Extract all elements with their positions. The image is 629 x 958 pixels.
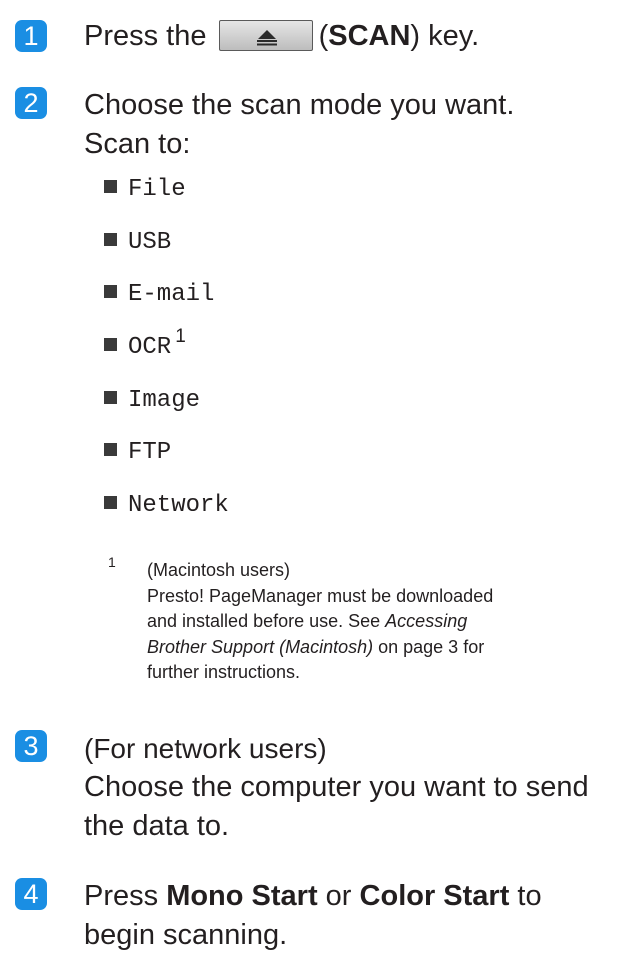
color-start-key: Color Start bbox=[359, 880, 510, 912]
step-2-text: Choose the scan mode you want. Scan to: bbox=[84, 86, 514, 164]
footnote-line-3-text: and installed before use. See bbox=[147, 611, 386, 631]
option-label: E-mail bbox=[128, 281, 215, 309]
step-3-line-3: the data to. bbox=[84, 810, 230, 842]
footnote-line-4-text: on page 3 for bbox=[373, 636, 485, 657]
list-item: USB bbox=[104, 228, 229, 281]
step-3-text: (For network users) Choose the computer … bbox=[84, 729, 589, 846]
footnote-link-part-2[interactable]: Brother Support (Macintosh) bbox=[147, 637, 373, 657]
footnote-reference: 1 bbox=[175, 326, 186, 348]
bullet-square-icon bbox=[104, 285, 117, 299]
option-label: File bbox=[128, 176, 186, 203]
option-label: USB bbox=[128, 228, 172, 256]
step-3-line-2: Choose the computer you want to send bbox=[84, 771, 589, 803]
list-item: Network bbox=[104, 491, 229, 544]
bullet-square-icon bbox=[104, 180, 117, 193]
step-4-to: to bbox=[509, 880, 542, 912]
bullet-square-icon bbox=[104, 232, 117, 246]
footnote-line-2: Presto! PageManager must be downloaded bbox=[147, 585, 494, 606]
list-item: FTP bbox=[104, 438, 229, 491]
step-1-after: ) key. bbox=[410, 20, 480, 52]
bullet-square-icon bbox=[104, 443, 117, 457]
scan-key-icon bbox=[218, 20, 313, 51]
bullet-square-icon bbox=[104, 496, 117, 510]
step-4-line-2: begin scanning. bbox=[84, 919, 288, 951]
bullet-square-icon bbox=[104, 390, 117, 404]
footnote-mark: 1 bbox=[108, 554, 116, 570]
footnote-line-1: (Macintosh users) bbox=[147, 560, 291, 580]
step-2-line-2: Scan to: bbox=[84, 128, 191, 160]
footnote-line-5: further instructions. bbox=[147, 662, 301, 682]
list-item: Image bbox=[104, 386, 229, 439]
step-2-line-1: Choose the scan mode you want. bbox=[84, 89, 515, 121]
step-4-press: Press bbox=[84, 880, 167, 912]
option-label: FTP bbox=[128, 439, 172, 467]
step-3-line-1: (For network users) bbox=[84, 733, 327, 764]
option-label: Network bbox=[128, 492, 229, 520]
option-label: Image bbox=[128, 386, 201, 414]
list-item: OCR 1 bbox=[104, 326, 229, 386]
mono-start-key: Mono Start bbox=[166, 880, 318, 912]
list-item: E-mail bbox=[104, 280, 229, 333]
step-number-badge: 1 bbox=[15, 20, 47, 52]
footnote-line-3: and installed before use. See Accessing bbox=[147, 609, 617, 635]
list-item: File bbox=[104, 175, 229, 228]
footnote-text: (Macintosh users) Presto! PageManager mu… bbox=[147, 558, 617, 686]
step-number-badge: 3 bbox=[15, 730, 47, 762]
step-number-badge: 4 bbox=[15, 878, 47, 910]
step-number-badge: 2 bbox=[15, 87, 47, 119]
scan-mode-list: File USB E-mail OCR 1 Image FTP Network bbox=[104, 175, 229, 544]
step-1-before: Press the bbox=[84, 20, 207, 52]
step-1-text: Press the (SCAN) key. bbox=[84, 17, 479, 56]
footnote-link-part-1[interactable]: Accessing bbox=[385, 611, 467, 631]
scan-key-name: SCAN bbox=[328, 20, 411, 52]
step-4-or: or bbox=[317, 880, 360, 912]
step-1-paren: ( bbox=[318, 20, 329, 52]
footnote-line-4: Brother Support (Macintosh) on page 3 fo… bbox=[147, 635, 617, 661]
step-4-text: Press Mono Start or Color Start to begin… bbox=[84, 877, 542, 955]
bullet-square-icon bbox=[104, 338, 117, 352]
step-4-line-1: Press Mono Start or Color Start to bbox=[84, 877, 542, 916]
option-label: OCR bbox=[128, 334, 172, 362]
